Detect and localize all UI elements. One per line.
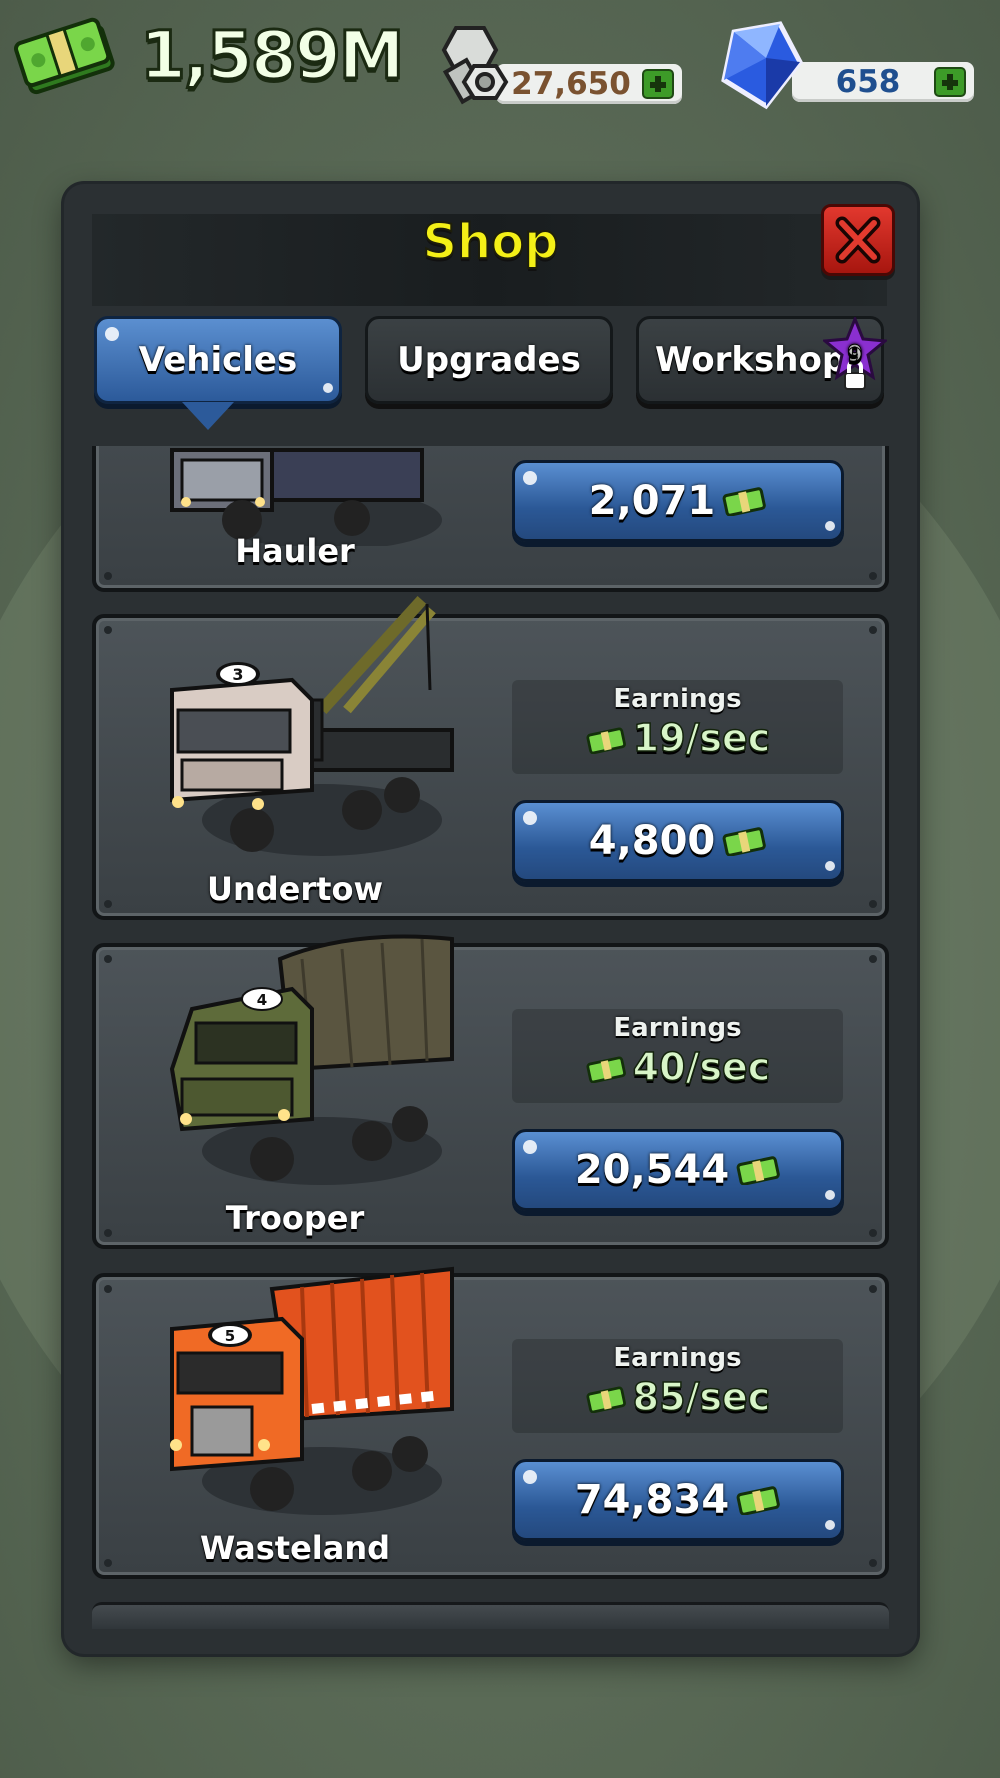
- purple-star-lock-icon: 9: [821, 314, 889, 390]
- earnings-box: Earnings 85/sec: [512, 1339, 843, 1433]
- tab-upgrades-label: Upgrades: [397, 340, 581, 380]
- earnings-rate: 85/sec: [512, 1374, 843, 1420]
- bolts-amount: 27,650: [511, 66, 631, 102]
- cash-icon: [736, 1156, 780, 1185]
- hauler-truck-image: [170, 448, 442, 546]
- vehicle-number: 3: [232, 665, 243, 684]
- vehicle-number: 4: [257, 991, 267, 1009]
- add-gems-button[interactable]: [934, 67, 966, 97]
- vehicle-card-trooper: 4 Trooper Earnings 40/sec 20,544: [92, 934, 889, 1249]
- active-tab-pointer: [182, 402, 234, 430]
- tab-upgrades[interactable]: Upgrades: [365, 316, 613, 404]
- vehicle-card-wasteland: 5 Wasteland Earnings 85/sec 74,834: [92, 1266, 889, 1579]
- trooper-army-truck-image: 4: [169, 934, 454, 1185]
- tab-vehicles[interactable]: Vehicles: [94, 316, 342, 404]
- next-card-edge: [92, 1602, 889, 1629]
- add-bolts-button[interactable]: [642, 69, 674, 99]
- price: 74,834: [574, 1477, 730, 1523]
- cash-icon: [586, 1386, 626, 1413]
- tab-workshop-label: Workshop: [655, 340, 847, 380]
- earnings-label: Earnings: [613, 684, 742, 714]
- vehicle-name: Wasteland: [199, 1529, 391, 1567]
- earnings-box: Earnings 40/sec: [512, 1009, 843, 1103]
- vehicle-card-undertow: 3 Undertow Earnings 19/sec 4,800: [92, 595, 889, 920]
- workshop-badge-number: 9: [847, 342, 862, 367]
- earnings-label: Earnings: [613, 1013, 742, 1043]
- vehicle-name: Hauler: [235, 532, 355, 570]
- cash-amount: 1,589M: [138, 15, 405, 95]
- bolts-pill: 27,650: [496, 64, 682, 104]
- tab-workshop[interactable]: Workshop 9: [636, 314, 889, 404]
- cash-icon: [722, 827, 767, 856]
- vehicle-name: Trooper: [225, 1199, 365, 1237]
- cash-icon: [722, 487, 767, 516]
- cash-icon: [586, 727, 626, 754]
- gems-pill: 658: [792, 62, 974, 102]
- close-button[interactable]: [821, 204, 895, 276]
- gems-counter: 658: [718, 18, 974, 114]
- earnings-value: 85/sec: [632, 1374, 771, 1420]
- buy-trooper-button[interactable]: 20,544: [512, 1129, 844, 1211]
- cash-icon: [586, 1056, 626, 1083]
- vehicle-list[interactable]: Hauler 2,071 3 Undertow Earnings 19/sec …: [64, 446, 917, 1602]
- close-icon: [835, 216, 881, 264]
- buy-wasteland-button[interactable]: 74,834: [512, 1459, 844, 1541]
- earnings-value: 40/sec: [632, 1044, 771, 1090]
- buy-undertow-button[interactable]: 4,800: [512, 800, 844, 882]
- price: 2,071: [588, 478, 716, 524]
- earnings-rate: 19/sec: [512, 715, 843, 761]
- earnings-label: Earnings: [613, 1343, 742, 1373]
- price: 4,800: [588, 818, 716, 864]
- earnings-value: 19/sec: [632, 715, 771, 761]
- cash-counter: 1,589M: [12, 14, 406, 96]
- price: 20,544: [574, 1147, 730, 1193]
- wasteland-garbage-truck-image: 5: [170, 1266, 454, 1515]
- earnings-rate: 40/sec: [512, 1044, 843, 1090]
- cash-icon: [736, 1486, 780, 1515]
- shop-panel: Shop Vehicles Upgrades Workshop 9 Hauler…: [64, 184, 917, 1654]
- shop-title: Shop: [421, 213, 559, 271]
- buy-hauler-button[interactable]: 2,071: [512, 460, 844, 542]
- blue-gem-icon: [721, 21, 803, 110]
- earnings-box: Earnings 19/sec: [512, 680, 843, 774]
- vehicle-card-hauler: Hauler 2,071: [92, 446, 889, 592]
- bolts-counter: 27,650: [426, 20, 686, 112]
- nut-bolt-icon: [441, 26, 509, 105]
- vehicle-name: Undertow: [207, 870, 383, 908]
- gems-amount: 658: [835, 64, 901, 100]
- cash-stack-icon: [12, 14, 116, 96]
- workshop-locked-badge: 9: [821, 314, 889, 397]
- vehicle-number: 5: [225, 1327, 235, 1345]
- tab-vehicles-label: Vehicles: [138, 340, 298, 380]
- undertow-tow-truck-image: 3: [170, 595, 454, 856]
